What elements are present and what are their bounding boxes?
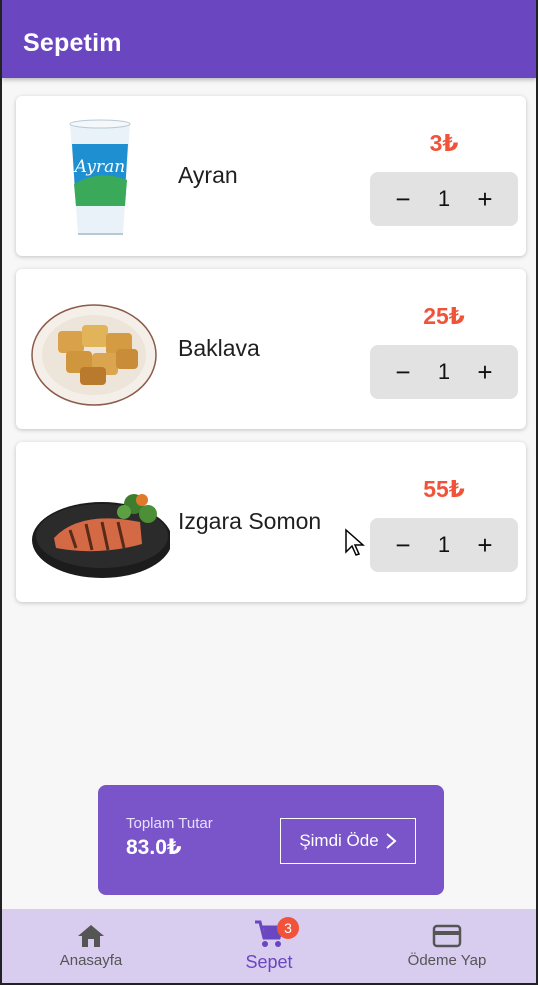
cart-item-ayran: Ayran Ayran 3₺ − 1 + — [16, 96, 526, 256]
page-title: Sepetim — [23, 28, 122, 57]
decrement-button[interactable]: − — [390, 359, 416, 385]
svg-text:Ayran: Ayran — [73, 157, 125, 177]
item-name: Izgara Somon — [178, 508, 322, 534]
quantity-value: 1 — [437, 359, 451, 384]
quantity-stepper: − 1 + — [370, 172, 518, 226]
credit-card-icon — [432, 924, 462, 947]
total-label: Toplam Tutar — [126, 815, 213, 832]
cart-count-badge: 3 — [277, 917, 299, 939]
grilled-salmon-image — [32, 494, 170, 578]
nav-label: Anasayfa — [59, 951, 123, 969]
app-bar: Sepetim — [2, 0, 536, 78]
item-price: 3₺ — [429, 130, 459, 156]
pay-now-label: Şimdi Öde — [299, 831, 379, 850]
bottom-navigation: Anasayfa 3 Sepet Ödeme Yap — [2, 909, 536, 983]
increment-button[interactable]: + — [472, 186, 498, 212]
item-name: Ayran — [178, 162, 238, 188]
nav-label: Ödeme Yap — [407, 951, 487, 969]
chevron-right-icon — [386, 833, 397, 849]
increment-button[interactable]: + — [472, 532, 498, 558]
total-value: 83.0₺ — [126, 836, 182, 859]
quantity-value: 1 — [437, 532, 451, 557]
quantity-value: 1 — [437, 186, 451, 211]
nav-item-odeme-yap[interactable]: Ödeme Yap — [358, 909, 536, 983]
nav-item-sepet[interactable]: 3 Sepet — [180, 909, 358, 983]
nav-item-anasayfa[interactable]: Anasayfa — [2, 909, 180, 983]
item-price: 25₺ — [423, 303, 465, 329]
item-price: 55₺ — [423, 476, 465, 502]
pay-now-button[interactable]: Şimdi Öde — [280, 818, 416, 864]
item-name: Baklava — [178, 335, 260, 361]
quantity-stepper: − 1 + — [370, 345, 518, 399]
home-icon — [78, 924, 104, 947]
cart-list: Ayran Ayran 3₺ − 1 + Baklava 25₺ − 1 + I… — [16, 96, 526, 615]
cart-item-izgara-somon: Izgara Somon 55₺ − 1 + — [16, 442, 526, 602]
mouse-cursor-icon — [345, 528, 365, 556]
decrement-button[interactable]: − — [390, 532, 416, 558]
quantity-stepper: − 1 + — [370, 518, 518, 572]
baklava-image — [31, 304, 157, 406]
ayran-image: Ayran — [69, 119, 131, 235]
decrement-button[interactable]: − — [390, 186, 416, 212]
increment-button[interactable]: + — [472, 359, 498, 385]
cart-item-baklava: Baklava 25₺ − 1 + — [16, 269, 526, 429]
screen: Sepetim Ayran Ayran 3₺ − 1 + Baklava 25₺… — [2, 0, 536, 983]
total-summary: Toplam Tutar 83.0₺ Şimdi Öde — [98, 785, 444, 895]
nav-label: Sepet — [245, 951, 293, 972]
